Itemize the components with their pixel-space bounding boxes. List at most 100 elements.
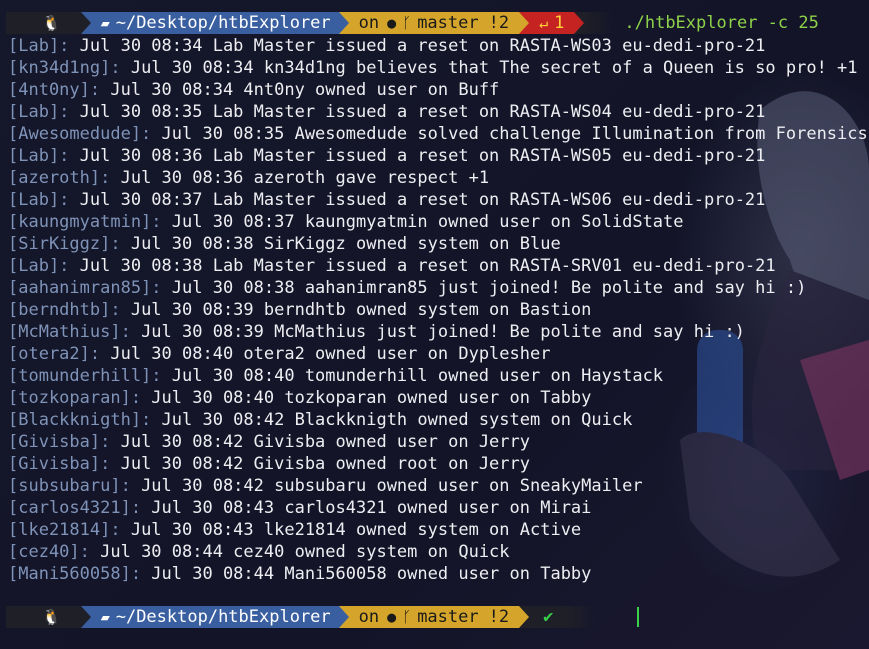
log-line: [kaungmyatmin]: Jul 30 08:37 kaungmyatmi… xyxy=(8,211,868,233)
git-branch-icon: ᚴ xyxy=(402,608,412,626)
log-line: [carlos4321]: Jul 30 08:43 carlos4321 ow… xyxy=(8,497,868,519)
log-message: Jul 30 08:39 berndhtb owned system on Ba… xyxy=(120,300,592,320)
log-line: [Lab]: Jul 30 08:36 Lab Master issued a … xyxy=(8,145,868,167)
log-message: Jul 30 08:40 tozkoparan owned user on Ta… xyxy=(141,388,592,408)
log-user: [cez40]: xyxy=(8,542,90,562)
checkmark-icon: ✔ xyxy=(543,607,554,627)
log-user: [berndhtb]: xyxy=(8,300,121,320)
log-line: [Blackknigth]: Jul 30 08:42 Blackknigth … xyxy=(8,409,868,431)
log-line: [cez40]: Jul 30 08:44 cez40 owned system… xyxy=(8,541,868,563)
log-line: [subsubaru]: Jul 30 08:42 subsubaru owne… xyxy=(8,475,868,497)
log-message: Jul 30 08:34 Lab Master issued a reset o… xyxy=(69,36,766,56)
git-branch-icon: ᚴ xyxy=(402,14,412,32)
log-output: [Lab]: Jul 30 08:34 Lab Master issued a … xyxy=(8,35,868,585)
git-status: !2 xyxy=(488,13,510,33)
log-message: Jul 30 08:43 carlos4321 owned user on Mi… xyxy=(141,498,592,518)
segment-separator xyxy=(80,606,91,628)
log-message: Jul 30 08:37 Lab Master issued a reset o… xyxy=(69,190,766,210)
log-user: [otera2]: xyxy=(8,344,101,364)
log-line: [tozkoparan]: Jul 30 08:40 tozkoparan ow… xyxy=(8,387,868,409)
segment-separator xyxy=(574,12,585,34)
log-message: Jul 30 08:38 aahanimran85 just joined! B… xyxy=(161,278,807,298)
log-line: [SirKiggz]: Jul 30 08:38 SirKiggz owned … xyxy=(8,233,868,255)
folder-icon: ▰ xyxy=(100,608,110,626)
segment-separator xyxy=(519,606,530,628)
log-user: [Lab]: xyxy=(8,190,70,210)
prompt-top: 🐧 ▰ ~/Desktop/htbExplorer on ● ᚴ master … xyxy=(6,12,819,34)
segment-separator xyxy=(338,12,349,34)
folder-icon: ▰ xyxy=(100,14,110,32)
log-line: [Lab]: Jul 30 08:34 Lab Master issued a … xyxy=(8,35,868,57)
path-segment: ▰ ~/Desktop/htbExplorer xyxy=(90,12,339,34)
linux-tux-icon: 🐧 xyxy=(42,608,61,626)
log-message: Jul 30 08:39 McMathius just joined! Be p… xyxy=(130,322,745,342)
log-message: Jul 30 08:37 kaungmyatmin owned user on … xyxy=(161,212,684,232)
log-message: Jul 30 08:42 Blackknigth owned system on… xyxy=(151,410,633,430)
path-text: ~/Desktop/htbExplorer xyxy=(115,607,331,627)
prompt-fade xyxy=(567,606,598,628)
log-user: [Blackknigth]: xyxy=(8,410,152,430)
github-icon: ● xyxy=(387,608,397,626)
log-user: [Lab]: xyxy=(8,256,70,276)
branch-name: master xyxy=(417,13,479,33)
log-message: Jul 30 08:44 cez40 owned system on Quick xyxy=(89,542,510,562)
log-message: Jul 30 08:42 Givisba owned root on Jerry xyxy=(110,454,530,474)
log-line: [Lab]: Jul 30 08:35 Lab Master issued a … xyxy=(8,101,868,123)
text-cursor[interactable] xyxy=(637,607,640,627)
segment-separator xyxy=(80,12,91,34)
git-status: !2 xyxy=(488,607,510,627)
log-message: Jul 30 08:40 tomunderhill owned user on … xyxy=(161,366,664,386)
branch-name: master xyxy=(417,607,479,627)
log-user: [Lab]: xyxy=(8,102,70,122)
prompt-fade xyxy=(584,12,615,34)
log-user: [aahanimran85]: xyxy=(8,278,162,298)
log-line: [McMathius]: Jul 30 08:39 McMathius just… xyxy=(8,321,868,343)
log-line: [Lab]: Jul 30 08:38 Lab Master issued a … xyxy=(8,255,868,277)
log-user: [Mani560058]: xyxy=(8,564,142,584)
terminal-window[interactable]: 🐧 ▰ ~/Desktop/htbExplorer on ● ᚴ master … xyxy=(0,0,869,649)
log-line: [Givisba]: Jul 30 08:42 Givisba owned ro… xyxy=(8,453,868,475)
log-message: Jul 30 08:34 4nt0ny owned user on Buff xyxy=(100,80,500,100)
log-user: [Awesomedude]: xyxy=(8,124,152,144)
log-message: Jul 30 08:36 azeroth gave respect +1 xyxy=(110,168,490,188)
git-segment: on ● ᚴ master !2 xyxy=(348,606,520,628)
status-ok-segment: ✔ xyxy=(529,606,568,628)
git-segment: on ● ᚴ master !2 xyxy=(348,12,520,34)
log-line: [otera2]: Jul 30 08:40 otera2 owned user… xyxy=(8,343,868,365)
log-line: [aahanimran85]: Jul 30 08:38 aahanimran8… xyxy=(8,277,868,299)
log-line: [azeroth]: Jul 30 08:36 azeroth gave res… xyxy=(8,167,868,189)
return-arrow-icon: ↵ xyxy=(539,14,549,32)
log-message: Jul 30 08:36 Lab Master issued a reset o… xyxy=(69,146,766,166)
log-user: [tozkoparan]: xyxy=(8,388,142,408)
log-user: [Givisba]: xyxy=(8,432,111,452)
log-message: Jul 30 08:42 Givisba owned user on Jerry xyxy=(110,432,530,452)
log-message: Jul 30 08:44 Mani560058 owned user on Ta… xyxy=(141,564,592,584)
segment-separator xyxy=(338,606,349,628)
log-message: Jul 30 08:38 Lab Master issued a reset o… xyxy=(69,256,776,276)
log-message: Jul 30 08:42 subsubaru owned user on Sne… xyxy=(130,476,643,496)
exit-code-segment: ↵ 1 xyxy=(529,12,575,34)
log-user: [kn34d1ng]: xyxy=(8,58,121,78)
log-line: [kn34d1ng]: Jul 30 08:34 kn34d1ng believ… xyxy=(8,57,868,79)
log-line: [4nt0ny]: Jul 30 08:34 4nt0ny owned user… xyxy=(8,79,868,101)
log-message: Jul 30 08:35 Lab Master issued a reset o… xyxy=(69,102,766,122)
log-line: [berndhtb]: Jul 30 08:39 berndhtb owned … xyxy=(8,299,868,321)
os-segment: 🐧 xyxy=(6,12,81,34)
log-message: Jul 30 08:40 otera2 owned user on Dyples… xyxy=(100,344,551,364)
log-user: [carlos4321]: xyxy=(8,498,142,518)
segment-separator xyxy=(519,12,530,34)
log-line: [Givisba]: Jul 30 08:42 Givisba owned us… xyxy=(8,431,868,453)
path-segment: ▰ ~/Desktop/htbExplorer xyxy=(90,606,339,628)
log-user: [4nt0ny]: xyxy=(8,80,101,100)
on-label: on xyxy=(358,13,380,33)
log-user: [Lab]: xyxy=(8,146,70,166)
log-line: [tomunderhill]: Jul 30 08:40 tomunderhil… xyxy=(8,365,868,387)
log-line: [Mani560058]: Jul 30 08:44 Mani560058 ow… xyxy=(8,563,868,585)
command-text[interactable]: ./htbExplorer -c 25 xyxy=(624,13,818,33)
prompt-bottom: 🐧 ▰ ~/Desktop/htbExplorer on ● ᚴ master … xyxy=(6,606,640,628)
linux-tux-icon: 🐧 xyxy=(42,14,61,32)
log-message: Jul 30 08:38 SirKiggz owned system on Bl… xyxy=(120,234,561,254)
log-message: Jul 30 08:43 lke21814 owned system on Ac… xyxy=(120,520,582,540)
log-line: [Awesomedude]: Jul 30 08:35 Awesomedude … xyxy=(8,123,868,145)
os-segment: 🐧 xyxy=(6,606,81,628)
